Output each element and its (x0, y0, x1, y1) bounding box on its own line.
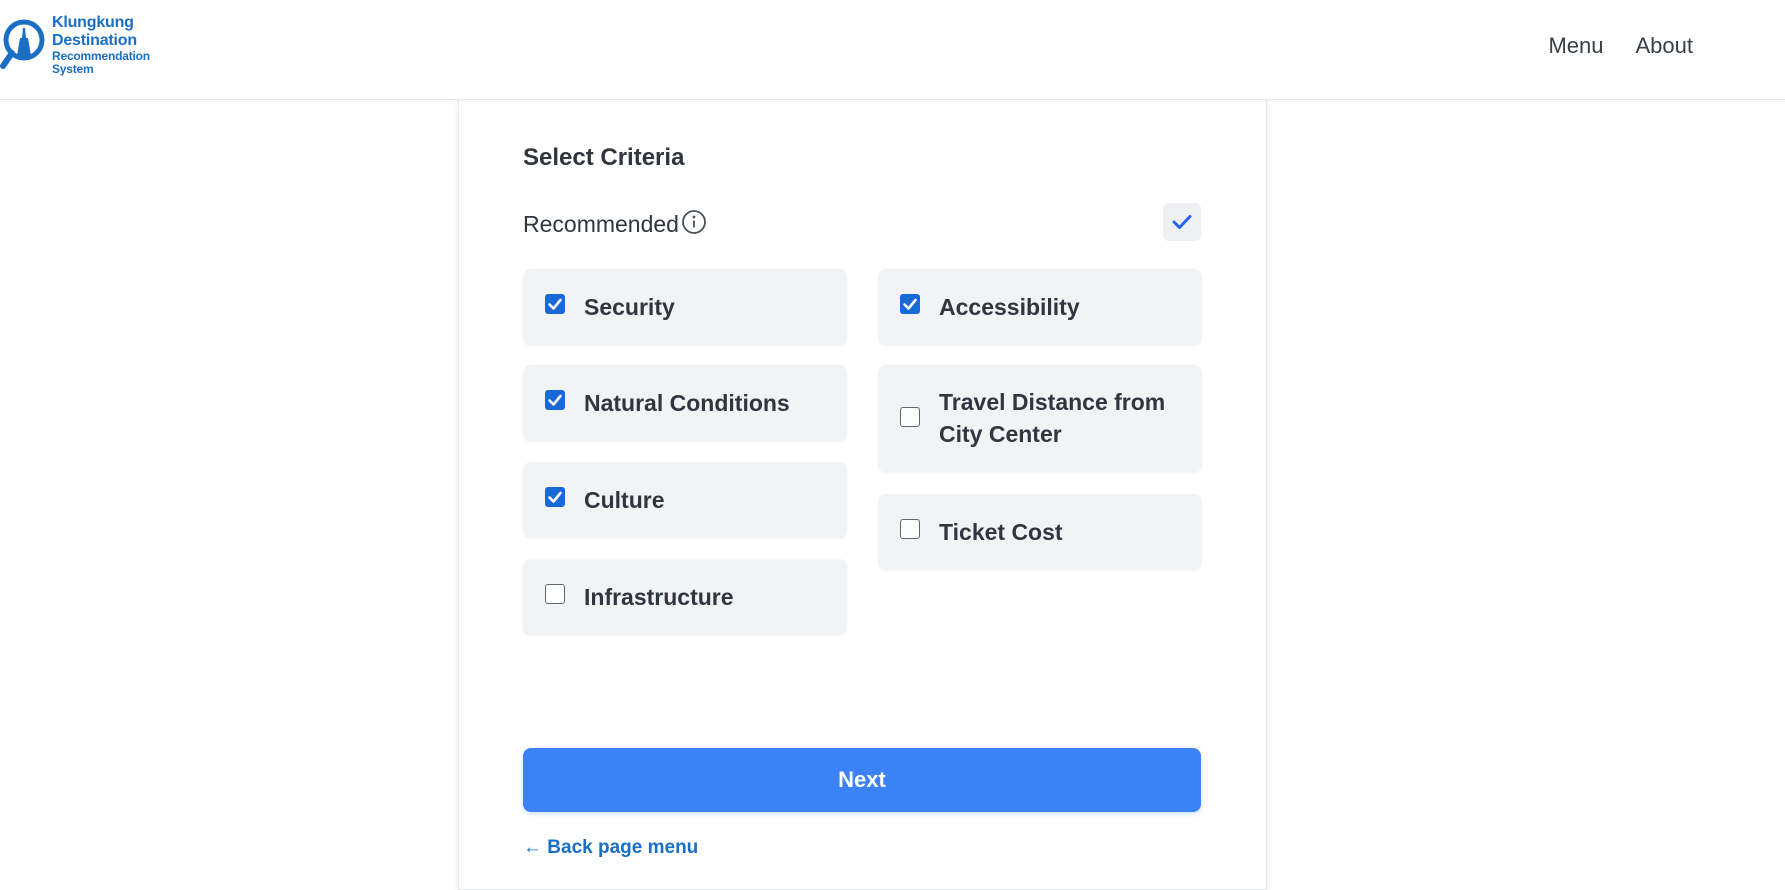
check-icon (548, 394, 562, 406)
logo-line-2: Destination (52, 32, 137, 49)
criteria-card: Select Criteria Recommended Security Nat… (458, 99, 1267, 890)
magnifier-temple-icon (0, 19, 45, 69)
check-icon (1172, 215, 1192, 229)
check-icon (548, 491, 562, 503)
next-button[interactable]: Next (523, 748, 1201, 812)
ticket-cost-label: Ticket Cost (939, 519, 1063, 545)
infrastructure-checkbox[interactable] (545, 584, 565, 604)
natural-conditions-label: Natural Conditions (584, 390, 790, 416)
security-checkbox[interactable] (545, 294, 565, 314)
culture-label: Culture (584, 487, 665, 513)
section-title: Select Criteria (523, 144, 685, 171)
infrastructure-label: Infrastructure (584, 584, 734, 610)
info-icon[interactable] (681, 209, 707, 235)
culture-checkbox[interactable] (545, 487, 565, 507)
criterion-security[interactable]: Security (523, 269, 847, 345)
main-nav: Menu About (1548, 33, 1693, 59)
logo-text: Klungkung Destination Recommendation Sys… (52, 14, 150, 76)
security-label: Security (584, 294, 675, 320)
logo-line-1: Klungkung (52, 14, 134, 31)
criterion-culture[interactable]: Culture (523, 462, 847, 538)
criterion-accessibility[interactable]: Accessibility (878, 269, 1202, 345)
nav-about-link[interactable]: About (1636, 33, 1694, 59)
site-logo[interactable]: Klungkung Destination Recommendation Sys… (0, 12, 160, 80)
recommended-checkbox[interactable] (1163, 203, 1201, 241)
criterion-ticket-cost[interactable]: Ticket Cost (878, 494, 1202, 570)
criterion-travel-distance[interactable]: Travel Distance from City Center (878, 365, 1202, 472)
travel-distance-checkbox[interactable] (900, 407, 920, 427)
accessibility-checkbox[interactable] (900, 294, 920, 314)
accessibility-label: Accessibility (939, 294, 1080, 320)
check-icon (548, 298, 562, 310)
nav-menu-link[interactable]: Menu (1548, 33, 1603, 59)
natural-conditions-checkbox[interactable] (545, 390, 565, 410)
top-navbar: Klungkung Destination Recommendation Sys… (0, 0, 1785, 100)
back-page-menu-link[interactable]: ← Back page menu (523, 837, 698, 859)
logo-line-4: System (52, 62, 94, 76)
check-icon (903, 298, 917, 310)
recommended-row: Recommended (523, 203, 1201, 243)
ticket-cost-checkbox[interactable] (900, 519, 920, 539)
criterion-infrastructure[interactable]: Infrastructure (523, 559, 847, 635)
criterion-natural-conditions[interactable]: Natural Conditions (523, 365, 847, 441)
travel-distance-label: Travel Distance from City Center (939, 389, 1166, 447)
recommended-label: Recommended (523, 211, 679, 237)
